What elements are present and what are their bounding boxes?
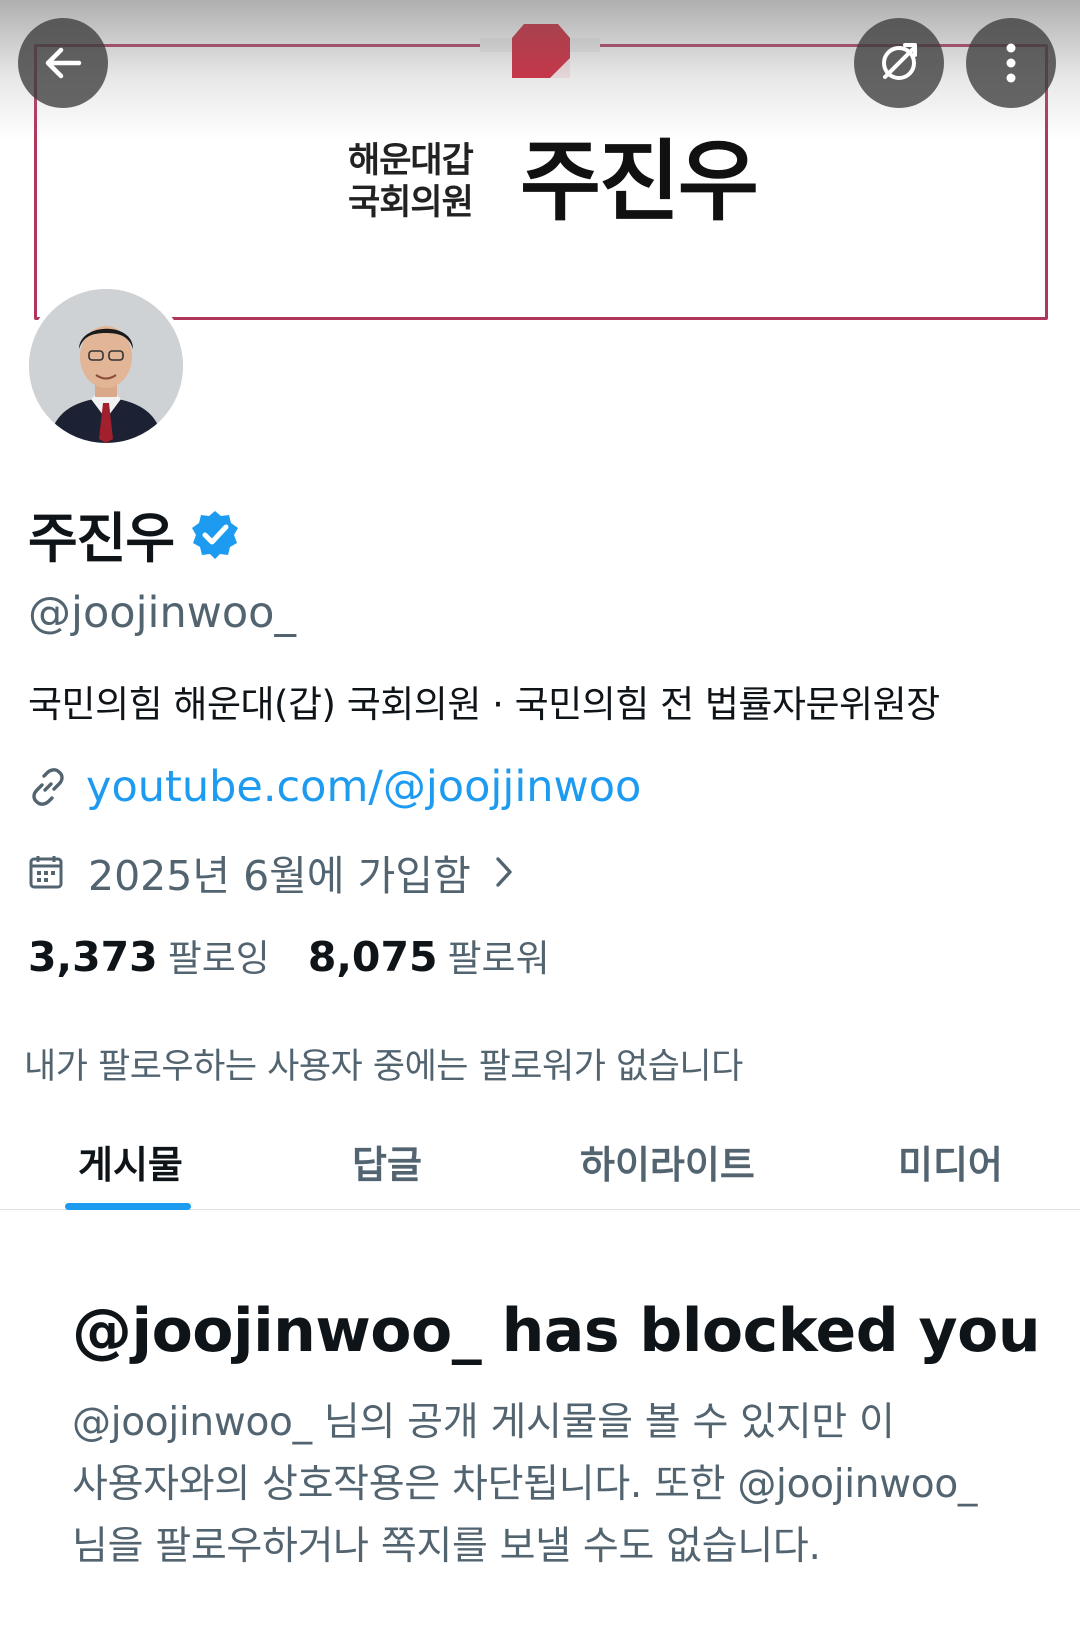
blocked-message-line1: @joojinwoo_ 님의 공개 게시물을 볼 수 있지만 이 — [72, 1400, 895, 1445]
tab-highlights[interactable]: 하이라이트 — [580, 1134, 755, 1189]
chevron-right-icon — [496, 857, 512, 887]
globe-slash-icon — [882, 43, 917, 80]
display-name-row: 주진우 — [28, 494, 240, 573]
following-count: 3,373 — [28, 933, 158, 981]
display-name: 주진우 — [28, 507, 175, 570]
joined-row[interactable]: 2025년 6월에 가입함 — [28, 842, 515, 902]
avatar-photo — [29, 289, 183, 443]
translate-button[interactable] — [854, 18, 944, 108]
tab-replies[interactable]: 답글 — [352, 1134, 422, 1189]
blocked-title: @joojinwoo_ has blocked you — [72, 1296, 1041, 1366]
profile-tabs: 게시물 답글 하이라이트 미디어 — [0, 1120, 1080, 1210]
calendar-icon — [29, 856, 63, 889]
banner-subtitle-line1: 해운대갑 — [348, 141, 474, 181]
more-vertical-icon — [1006, 43, 1016, 83]
profile-link[interactable]: youtube.com/@joojjinwoo — [86, 762, 641, 812]
following-label: 팔로잉 — [167, 937, 270, 980]
link-icon — [32, 768, 64, 806]
tab-posts[interactable]: 게시물 — [78, 1134, 183, 1189]
follow-stats: 3,373 팔로잉 8,075 팔로워 — [28, 928, 550, 982]
followers-count: 8,075 — [307, 933, 438, 981]
more-options-button[interactable] — [966, 18, 1056, 108]
active-tab-indicator — [65, 1203, 191, 1210]
following-stat[interactable]: 3,373 팔로잉 — [28, 928, 270, 982]
blocked-message-line2: 사용자와의 상호작용은 차단됩니다. 또한 @joojinwoo_ — [72, 1462, 978, 1507]
followers-stat[interactable]: 8,075 팔로워 — [308, 928, 550, 982]
followers-label: 팔로워 — [447, 937, 550, 980]
blocked-message-line3: 님을 팔로우하거나 쪽지를 보낼 수도 없습니다. — [72, 1524, 821, 1569]
mutual-followers-text: 내가 팔로우하는 사용자 중에는 팔로워가 없습니다 — [24, 1047, 743, 1087]
profile-bio: 국민의힘 해운대(갑) 국회의원 · 국민의힘 전 법률자문위원장 — [28, 683, 940, 726]
banner-subtitle-line2: 국회의원 — [348, 183, 474, 223]
blocked-message: @joojinwoo_ 님의 공개 게시물을 볼 수 있지만 이 사용자와의 상… — [72, 1392, 1032, 1578]
profile-link-row[interactable]: youtube.com/@joojjinwoo — [28, 762, 641, 812]
back-button[interactable] — [18, 18, 108, 108]
verified-badge-icon[interactable] — [190, 509, 240, 559]
arrow-left-icon — [45, 47, 82, 79]
joined-date: 2025년 6월에 가입함 — [88, 852, 471, 900]
profile-avatar[interactable] — [24, 284, 188, 448]
banner-name: 주진우 — [520, 130, 759, 233]
banner-subtitle: 해운대갑 국회의원 — [348, 140, 498, 224]
tab-media[interactable]: 미디어 — [898, 1134, 1003, 1189]
profile-handle: @joojinwoo_ — [28, 588, 296, 638]
